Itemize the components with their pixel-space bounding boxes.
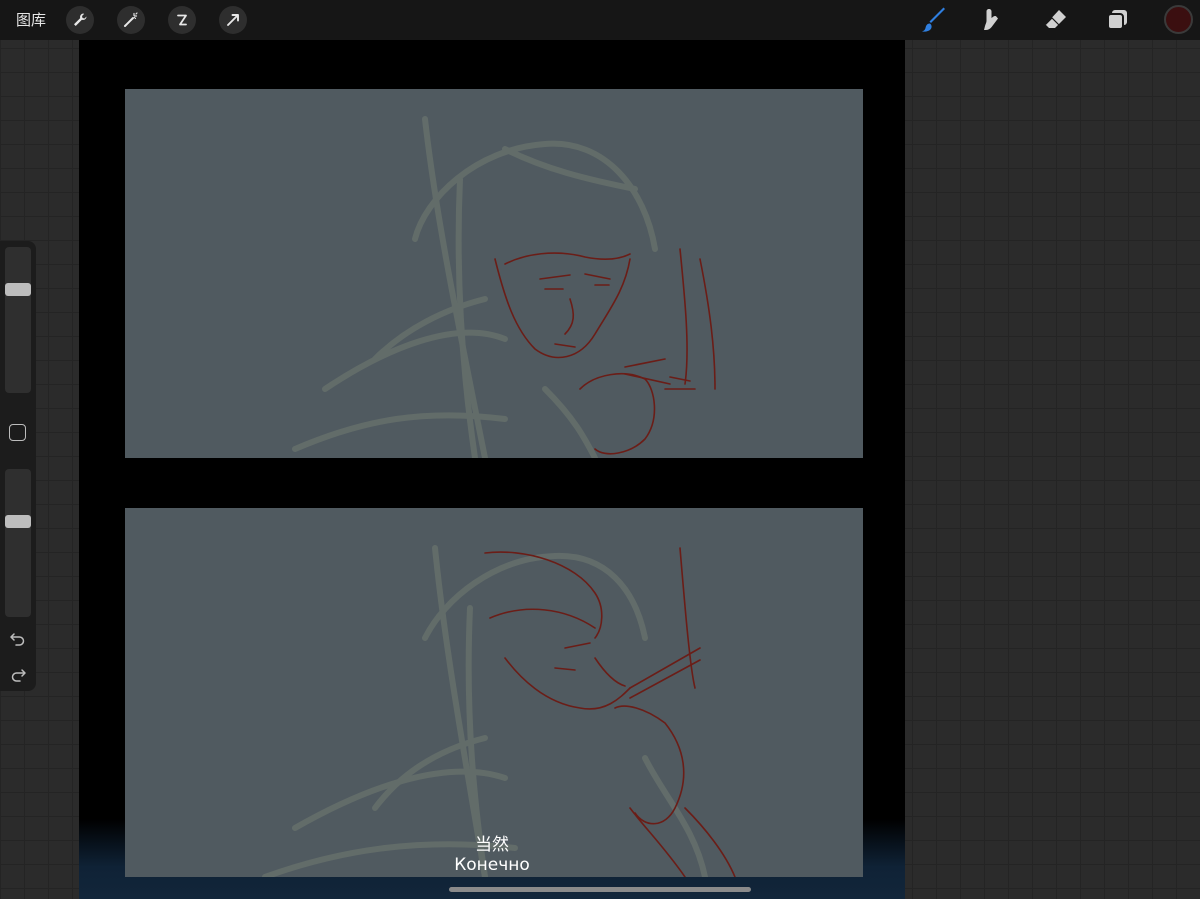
storyboard-panel-top xyxy=(125,89,863,458)
undo-button[interactable] xyxy=(8,629,28,649)
top-toolbar: 图库 xyxy=(0,0,1200,40)
brush-size-slider[interactable] xyxy=(5,247,31,393)
layers-icon xyxy=(1107,10,1127,30)
brush-button[interactable] xyxy=(920,6,948,34)
subtitle-line-chinese: 当然 xyxy=(475,835,509,855)
undo-icon xyxy=(10,633,25,646)
actions-button[interactable] xyxy=(66,6,94,34)
brush-opacity-slider[interactable] xyxy=(5,469,31,617)
video-subtitle: 当然 Конечно xyxy=(79,835,905,875)
redo-button[interactable] xyxy=(8,665,28,685)
eraser-icon xyxy=(1045,10,1066,28)
transform-button[interactable] xyxy=(219,6,247,34)
smudge-button[interactable] xyxy=(980,6,1008,34)
selection-button[interactable] xyxy=(168,6,196,34)
magic-wand-icon xyxy=(124,12,138,27)
wrench-icon xyxy=(74,13,87,26)
color-swatch[interactable] xyxy=(1164,5,1193,34)
brush-opacity-thumb[interactable] xyxy=(5,515,31,528)
brush-size-thumb[interactable] xyxy=(5,283,31,296)
modify-button[interactable] xyxy=(9,424,26,441)
redo-icon xyxy=(11,669,26,682)
gallery-button[interactable]: 图库 xyxy=(16,10,46,30)
smudge-icon xyxy=(984,9,998,30)
sketch-figure-bottom xyxy=(262,545,736,877)
storyboard-panel-bottom xyxy=(125,508,863,877)
left-sidebar xyxy=(0,241,36,691)
brush-icon xyxy=(922,7,945,32)
adjustments-button[interactable] xyxy=(117,6,145,34)
layers-button[interactable] xyxy=(1104,6,1132,34)
home-indicator[interactable] xyxy=(449,887,751,892)
move-arrow-icon xyxy=(227,14,239,26)
selection-icon xyxy=(177,14,187,26)
sketch-figure-top xyxy=(292,116,716,458)
subtitle-line-russian: Конечно xyxy=(454,855,530,875)
eraser-button[interactable] xyxy=(1042,6,1070,34)
drawing-canvas[interactable]: 当然 Конечно xyxy=(79,40,905,899)
